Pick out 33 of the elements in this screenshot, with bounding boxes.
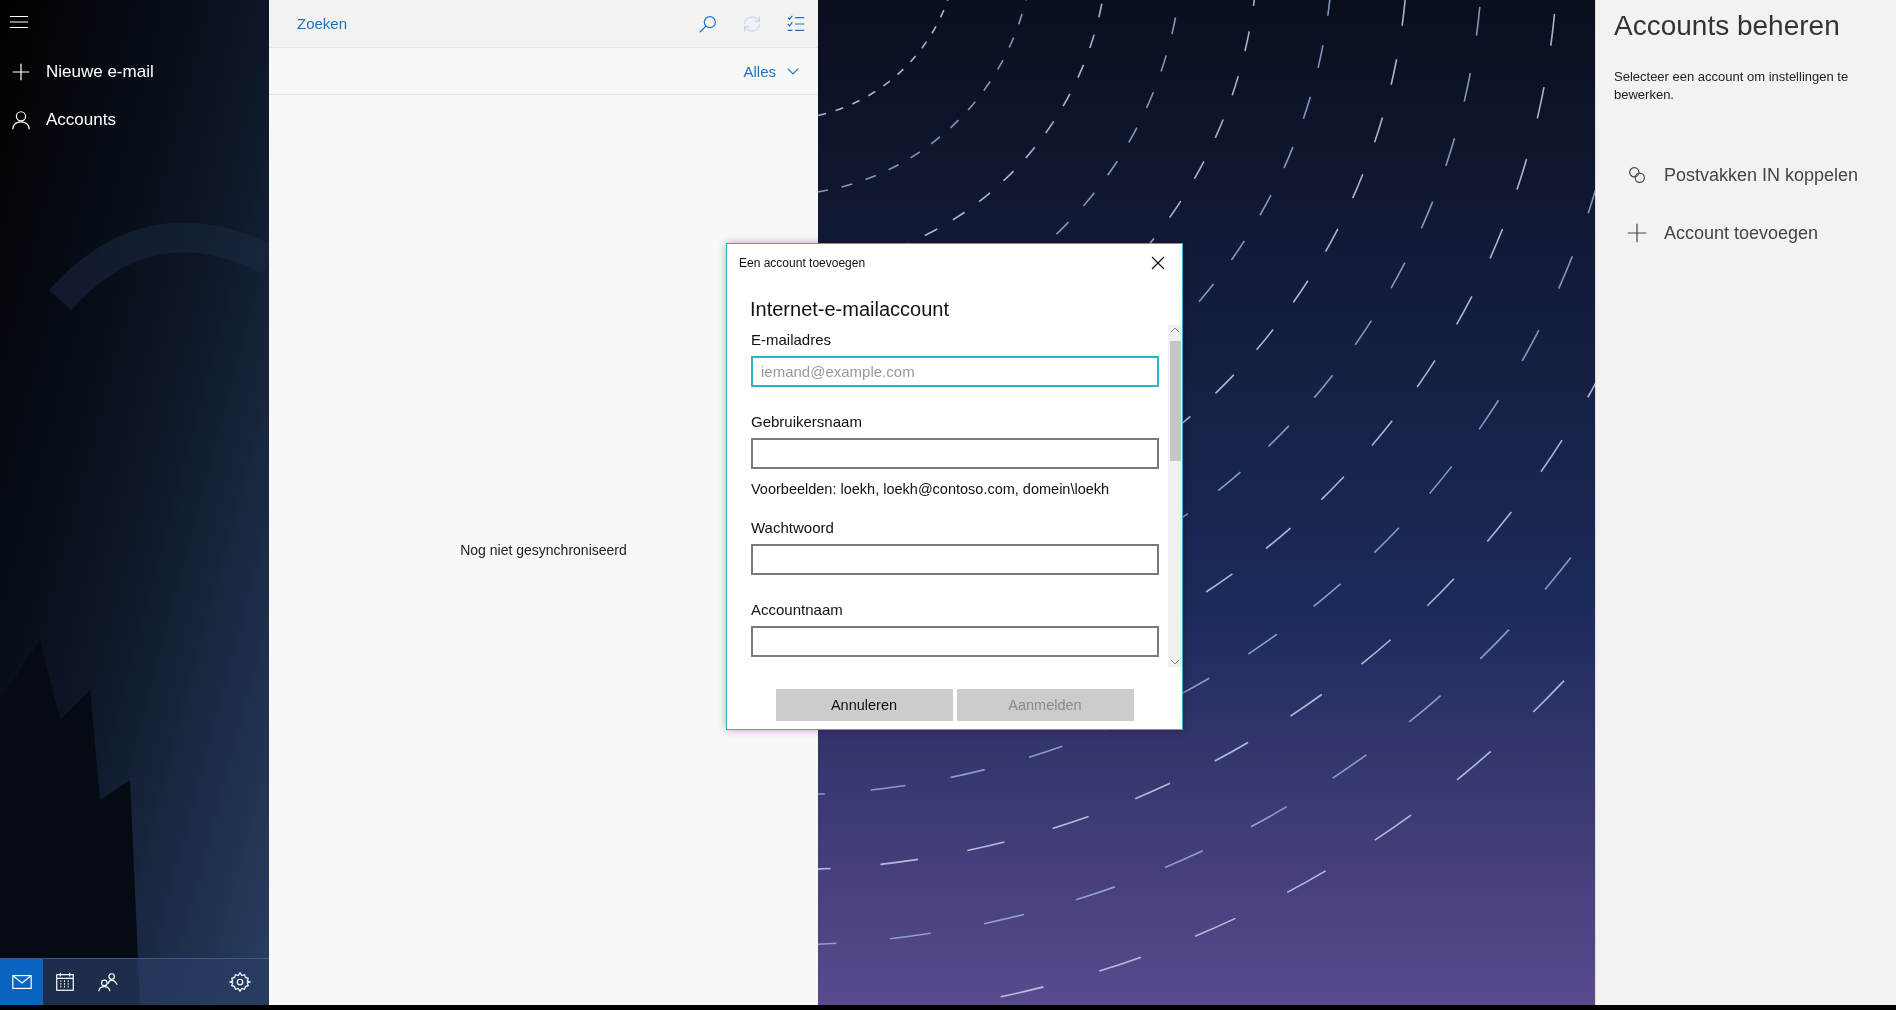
panel-description: Selecteer een account om instellingen te bewerken. <box>1614 68 1850 105</box>
nav-button[interactable] <box>0 959 43 1005</box>
filter-dropdown[interactable]: Alles <box>737 61 806 81</box>
sidebar-item[interactable]: Accounts <box>0 96 269 144</box>
field-hint: Voorbeelden: loekh, loekh@contoso.com, domein\loekh <box>751 481 1111 497</box>
calendar-icon <box>53 971 76 993</box>
scroll-up-icon[interactable] <box>1170 325 1180 335</box>
scroll-down-icon[interactable] <box>1170 657 1180 667</box>
panel-action[interactable]: Postvakken IN koppelen <box>1614 146 1871 205</box>
field-label: E-mailadres <box>751 331 833 348</box>
people-icon <box>96 971 119 993</box>
search-field[interactable]: Zoeken <box>269 0 686 47</box>
panel-title: Accounts beheren <box>1614 10 1841 42</box>
dialog-button[interactable]: Annuleren <box>775 689 953 721</box>
field-label: Accountnaam <box>751 601 844 618</box>
input-field[interactable] <box>751 438 1159 469</box>
dialog-heading: Internet-e-mailaccount <box>750 298 950 321</box>
scroll-thumb[interactable] <box>1170 341 1181 461</box>
dialog-title: Een account toevoegen <box>739 256 866 270</box>
plus-icon <box>1626 222 1648 245</box>
scrollbar[interactable] <box>1168 325 1182 667</box>
settings-icon <box>228 971 251 993</box>
field-label: Wachtwoord <box>751 519 835 536</box>
input-field[interactable]: iemand@example.com <box>751 356 1159 387</box>
field-label: Gebruikersnaam <box>751 413 863 430</box>
input-field[interactable] <box>751 626 1159 657</box>
person-icon <box>10 109 32 131</box>
input-field[interactable] <box>751 544 1159 575</box>
sidebar-item[interactable]: Nieuwe e-mail <box>0 48 269 96</box>
empty-message: Nog niet gesynchroniseerd <box>460 542 627 558</box>
close-icon <box>1151 256 1165 270</box>
plus-icon <box>10 61 32 83</box>
panel-action[interactable]: Account toevoegen <box>1614 204 1831 263</box>
